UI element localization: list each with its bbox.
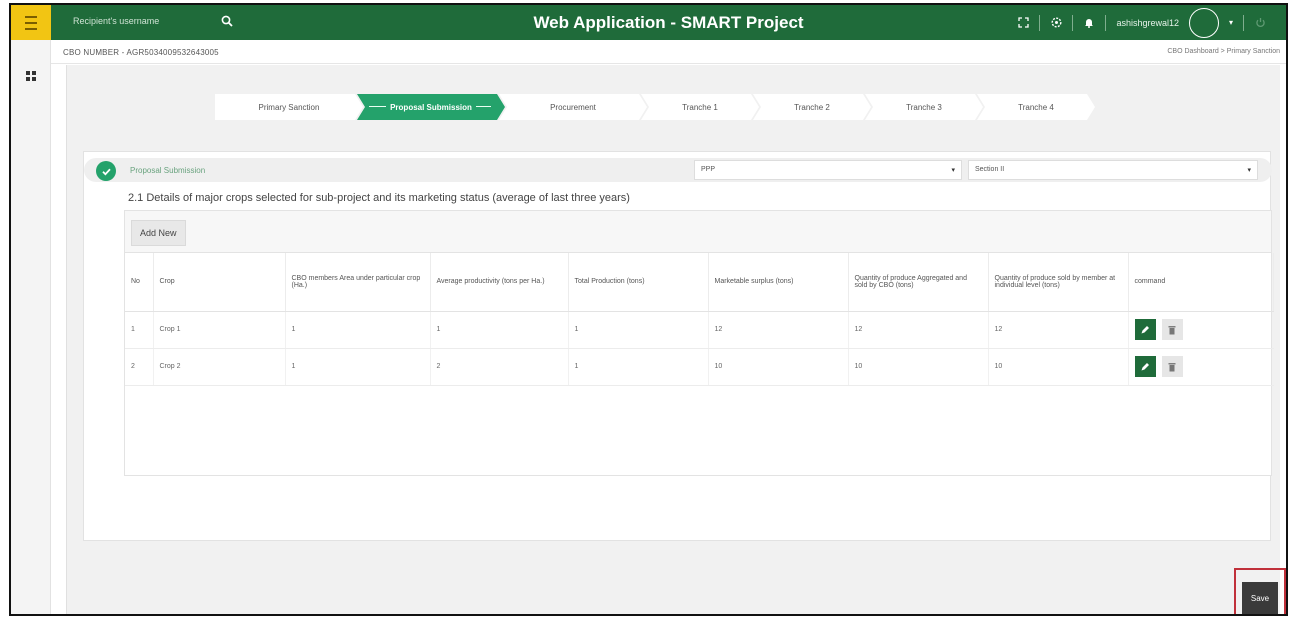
top-bar: Recipient's username Web Application - S… [51,5,1286,40]
step-proposal-submission[interactable]: Proposal Submission [357,94,505,120]
breadcrumb[interactable]: CBO Dashboard > Primary Sanction [1167,48,1280,55]
column-header: Quantity of produce sold by member at in… [988,253,1129,312]
notification-bell-icon[interactable] [1083,17,1095,29]
settings-icon[interactable] [1050,17,1062,29]
step-tranche-1[interactable]: Tranche 1 [641,94,759,120]
cell-productivity: 1 [430,311,569,349]
edit-button[interactable] [1134,356,1156,377]
save-button[interactable]: Save [1242,582,1278,614]
save-highlight-box: Save [1234,568,1286,614]
trash-icon [1168,362,1176,371]
power-icon[interactable] [1254,17,1266,29]
cell-area: 1 [285,311,431,349]
header-actions: ashishgrewal12 ▾ [1017,5,1266,40]
cbo-info-bar: CBO NUMBER - AGR5034009532643005 CBO Das… [51,40,1286,64]
hamburger-icon [25,14,37,32]
fullscreen-icon[interactable] [1017,17,1029,29]
crops-table-container: Add New No Crop CBO members Area under p… [124,210,1274,476]
cell-no: 1 [125,311,154,349]
cell-individual: 10 [988,348,1129,386]
left-rail [11,5,51,614]
column-header: command [1128,253,1274,312]
cell-crop: Crop 2 [153,348,286,386]
header-divider [1039,14,1041,31]
column-header: Average productivity (tons per Ha.) [430,253,569,312]
column-header: Crop [153,253,286,312]
pencil-icon [1141,362,1149,370]
cell-total-production: 1 [568,311,709,349]
cell-marketable-surplus: 12 [708,311,849,349]
proposal-card: Proposal Submission PPP ▾ Section II ▾ 2… [83,151,1286,614]
header-divider [1072,14,1074,31]
table-toolbar: Add New [125,211,1271,253]
cell-no: 2 [125,348,154,386]
hamburger-menu-button[interactable] [11,5,51,40]
step-label: Tranche 4 [1018,102,1054,112]
workflow-stepper: Primary Sanction Proposal Submission Pro… [215,94,1095,120]
cell-marketable-surplus: 10 [708,348,849,386]
step-label: Proposal Submission [386,102,476,112]
cbo-number: CBO NUMBER - AGR5034009532643005 [63,48,219,57]
scheme-select-value: PPP [701,166,716,173]
step-label: Primary Sanction [258,102,320,112]
section-title: Proposal Submission [130,166,206,175]
cell-aggregated: 10 [848,348,989,386]
table-header-row: No Crop CBO members Area under particula… [125,253,1274,312]
cell-productivity: 2 [430,348,569,386]
cell-area: 1 [285,348,431,386]
check-circle-icon [96,161,116,181]
cell-aggregated: 12 [848,311,989,349]
chevron-down-icon[interactable]: ▾ [1229,18,1233,27]
step-label: Tranche 2 [794,102,830,112]
section-select[interactable]: Section II ▾ [968,160,1258,180]
step-tranche-2[interactable]: Tranche 2 [753,94,871,120]
step-procurement[interactable]: Procurement [499,94,647,120]
column-header: No [125,253,154,312]
column-header: Marketable surplus (tons) [708,253,849,312]
table-row: 2 Crop 2 1 2 1 10 10 10 [125,348,1274,386]
table-heading: 2.1 Details of major crops selected for … [128,192,630,204]
step-primary-sanction[interactable]: Primary Sanction [215,94,363,120]
cell-command [1128,311,1274,349]
section-select-value: Section II [975,166,1005,173]
trash-icon [1168,325,1176,334]
step-label: Procurement [550,102,596,112]
caret-down-icon: ▾ [951,167,955,174]
cell-individual: 12 [988,311,1129,349]
step-label: Tranche 1 [682,102,718,112]
scheme-select[interactable]: PPP ▾ [694,160,962,180]
step-label: Tranche 3 [906,102,942,112]
crops-table: No Crop CBO members Area under particula… [125,253,1274,386]
cell-crop: Crop 1 [153,311,286,349]
column-header: CBO members Area under particular crop (… [285,253,431,312]
caret-down-icon: ▾ [1247,167,1251,174]
step-tranche-3[interactable]: Tranche 3 [865,94,983,120]
delete-button[interactable] [1161,356,1183,377]
delete-button[interactable] [1161,319,1183,340]
edit-button[interactable] [1134,319,1156,340]
table-row: 1 Crop 1 1 1 1 12 12 12 [125,311,1274,349]
username-label[interactable]: ashishgrewal12 [1116,18,1179,28]
column-header: Total Production (tons) [568,253,709,312]
pencil-icon [1141,325,1149,333]
main-content: Primary Sanction Proposal Submission Pro… [66,65,1286,614]
column-header: Quantity of produce Aggregated and sold … [848,253,989,312]
user-avatar[interactable] [1188,7,1219,38]
add-new-button[interactable]: Add New [131,220,186,246]
step-tranche-4[interactable]: Tranche 4 [977,94,1095,120]
cell-command [1128,348,1274,386]
app-window: Recipient's username Web Application - S… [9,3,1288,616]
header-divider [1243,14,1244,31]
header-divider [1105,14,1107,31]
cell-total-production: 1 [568,348,709,386]
apps-grid-icon[interactable] [26,71,36,81]
